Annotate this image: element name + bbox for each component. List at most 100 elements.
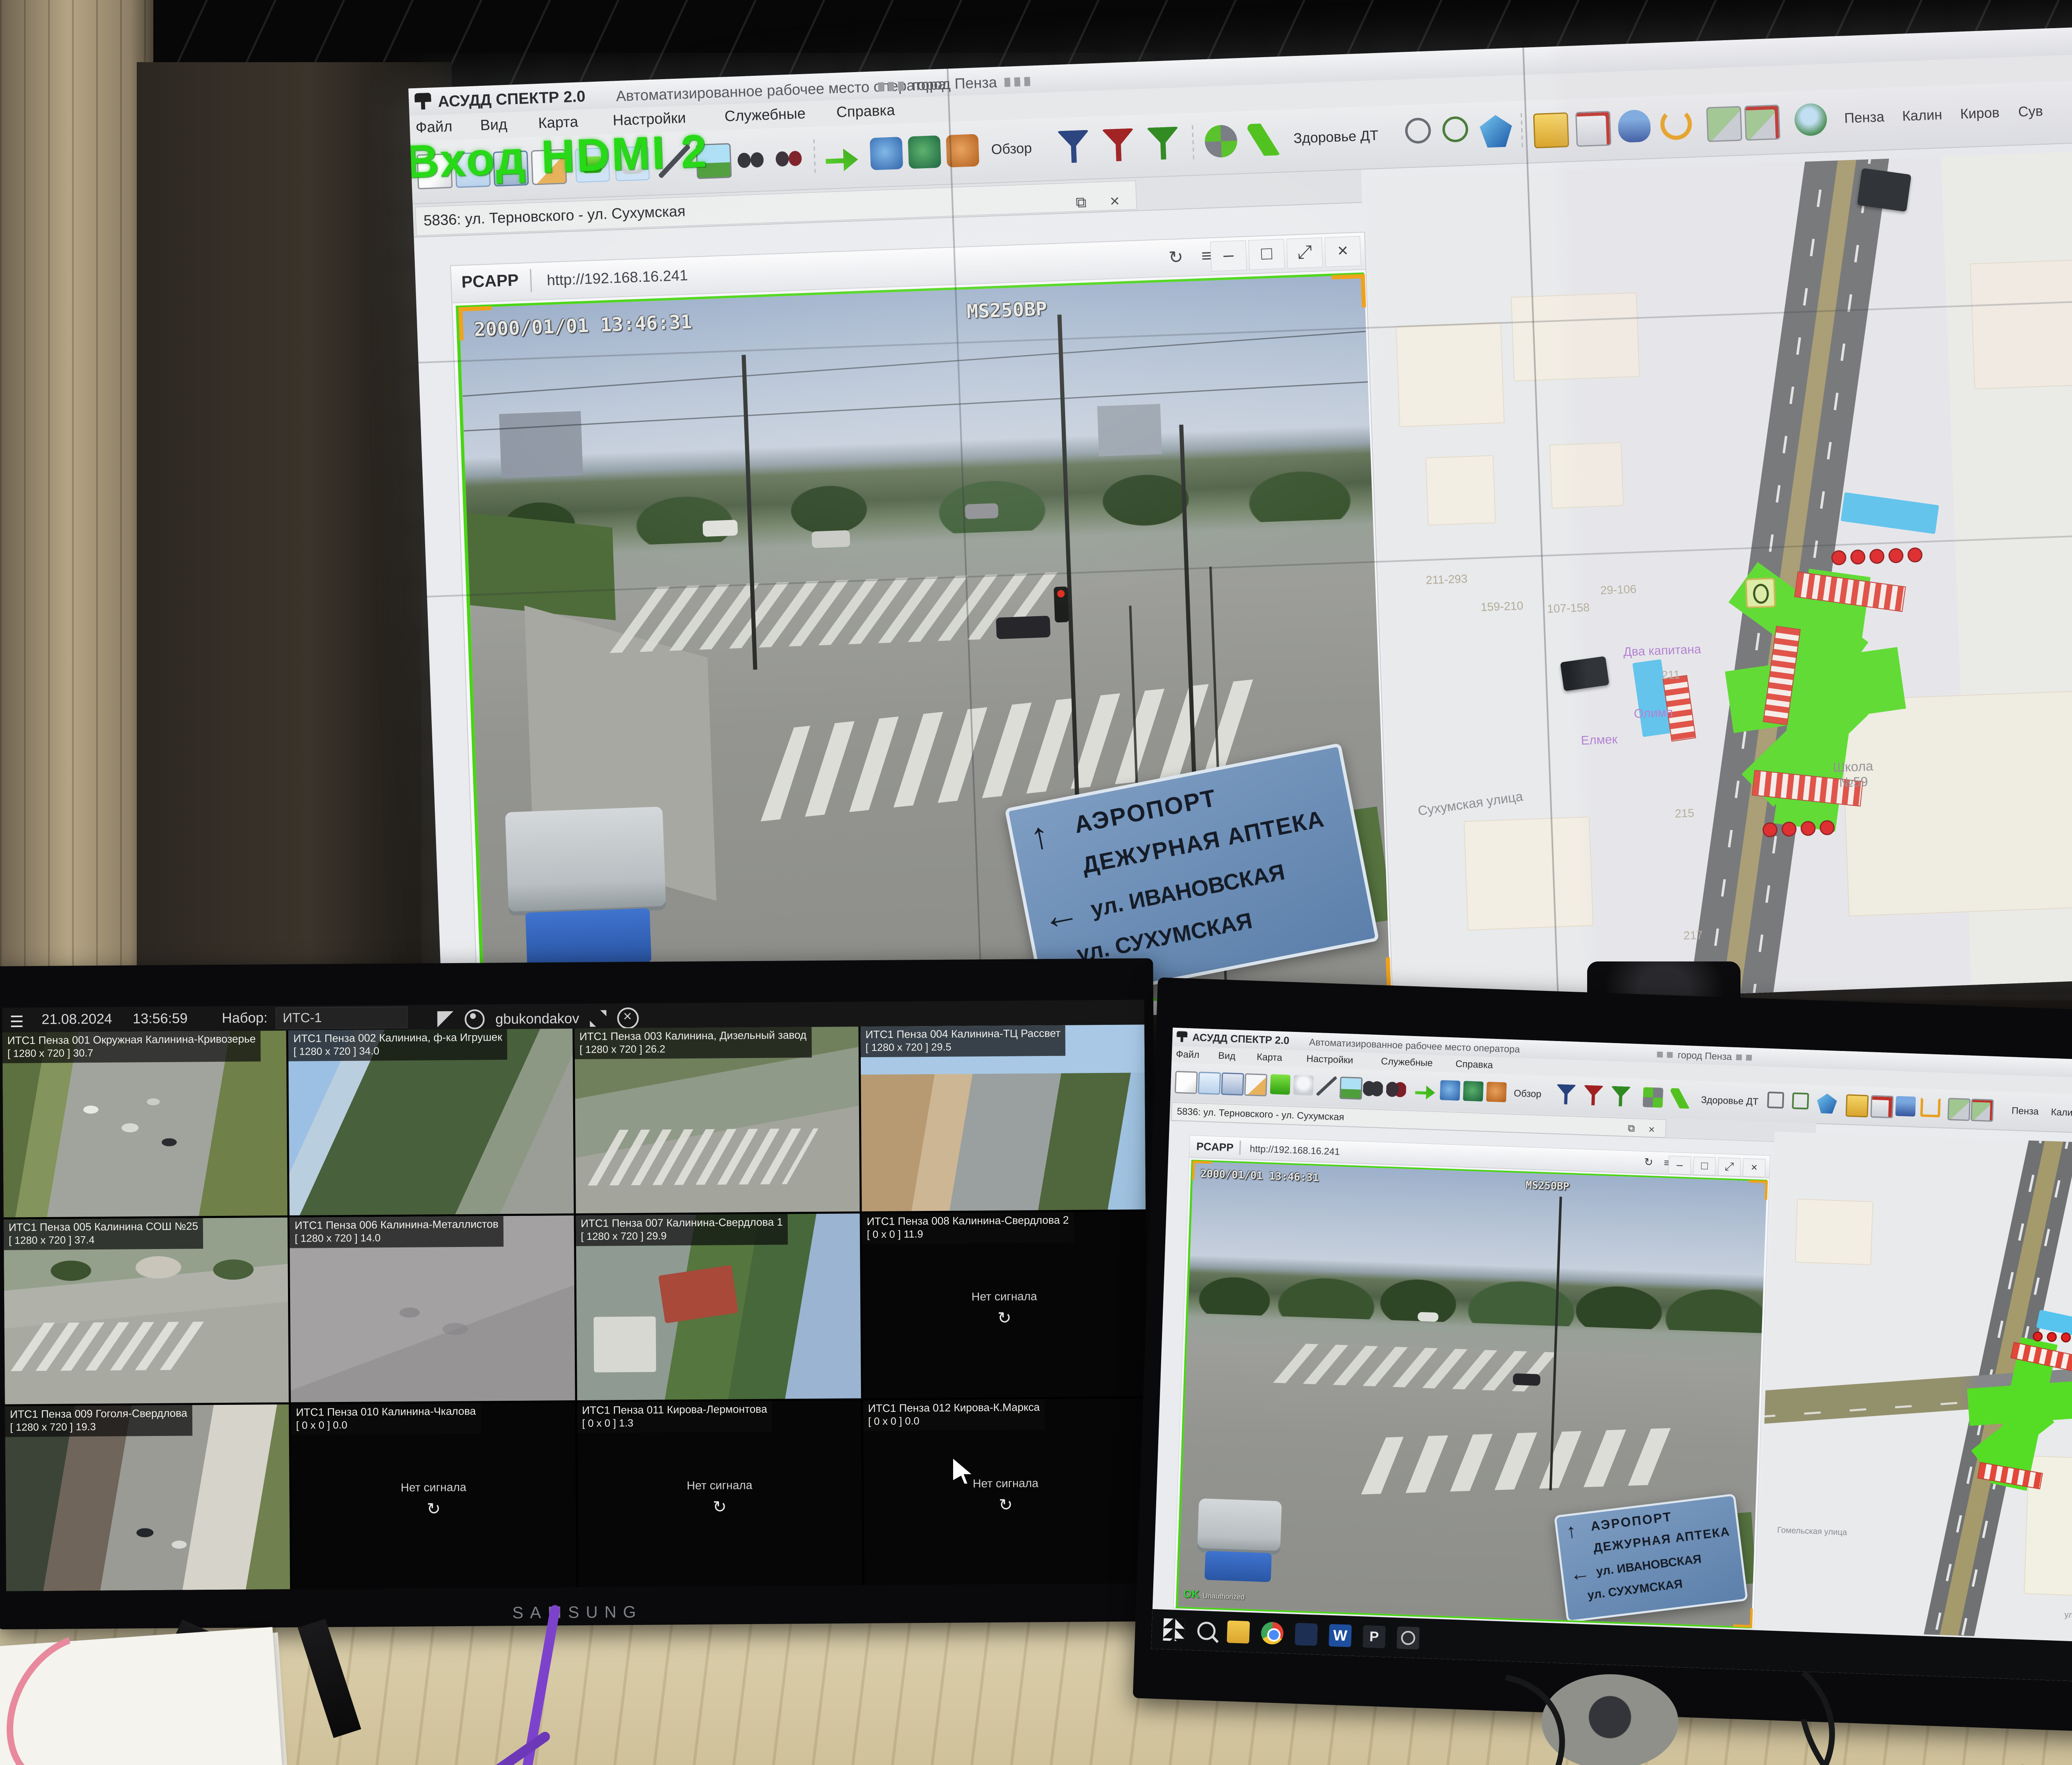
overview-button[interactable]: Обзор <box>991 140 1032 158</box>
tab-close-icon[interactable]: × <box>1109 187 1120 215</box>
binoculars-icon[interactable] <box>734 142 767 175</box>
camera-green-icon[interactable] <box>1463 1081 1484 1102</box>
open-folder-icon[interactable] <box>1198 1072 1221 1095</box>
select-tool-button[interactable] <box>1270 1074 1291 1095</box>
map-alert-icon[interactable] <box>1744 104 1780 140</box>
measure-icon[interactable] <box>1405 117 1431 144</box>
expand-icon[interactable] <box>590 1010 607 1027</box>
camera-tile-nosignal[interactable]: ИТС1 Пенза 008 Калинина-Свердлова 2[ 0 x… <box>862 1211 1147 1398</box>
camera-tile[interactable]: ИТС1 Пенза 005 Калинина СОШ №25[ 1280 x … <box>4 1218 289 1404</box>
image-layer-icon[interactable] <box>1339 1077 1363 1100</box>
menu-map[interactable]: Карта <box>1256 1051 1282 1063</box>
file-explorer-icon[interactable] <box>1227 1620 1250 1644</box>
pcapp-taskbar-icon[interactable]: P <box>1363 1625 1386 1649</box>
map-export-icon[interactable] <box>1706 106 1742 142</box>
camera-blue-icon[interactable] <box>1440 1080 1460 1101</box>
pcapp-close-button[interactable]: × <box>1743 1158 1766 1177</box>
menu-view[interactable]: Вид <box>1218 1050 1236 1062</box>
filter-off-icon[interactable] <box>1583 1085 1604 1106</box>
poi-label[interactable]: Елмек <box>1581 733 1617 748</box>
map-export-icon[interactable] <box>1947 1098 1970 1121</box>
set-select[interactable]: ИТС-1 <box>276 1007 407 1029</box>
city-button-kirov[interactable]: Киров <box>1960 105 2000 122</box>
save-icon[interactable] <box>1221 1073 1244 1096</box>
camera-tile[interactable]: ИТС1 Пенза 003 Калинина, Дизельный завод… <box>574 1027 859 1213</box>
layout-icon[interactable] <box>437 1011 454 1028</box>
folder-globe-icon[interactable] <box>1846 1094 1869 1117</box>
folder-alert-icon[interactable] <box>1575 111 1611 147</box>
tab-dock-icon[interactable]: ⧉ <box>1075 189 1087 216</box>
folder-alert-icon[interactable] <box>1870 1095 1893 1119</box>
pcapp-minimize-button[interactable]: – <box>1668 1156 1691 1175</box>
camera-tile-nosignal[interactable]: ИТС1 Пенза 012 Кирова-К.Маркса[ 0 x 0 ] … <box>863 1398 1148 1585</box>
hamburger-icon[interactable]: ☰ <box>10 1012 24 1031</box>
menu-file[interactable]: Файл <box>1176 1048 1199 1060</box>
pcapp-maximize-button[interactable]: □ <box>1693 1157 1716 1176</box>
draw-tool-icon[interactable] <box>1317 1076 1337 1097</box>
search-icon[interactable] <box>1197 1622 1216 1641</box>
menu-help[interactable]: Справка <box>1455 1058 1493 1071</box>
city-button-kalin[interactable]: Калин <box>2051 1106 2072 1119</box>
pcapp-restore-button[interactable]: ⤢ <box>1286 237 1323 269</box>
camera-orange-icon[interactable] <box>1486 1082 1507 1102</box>
tab-close-icon[interactable]: × <box>1648 1121 1655 1138</box>
camera-tile[interactable]: ИТС1 Пенза 004 Калинина-ТЦ Рассвет[ 1280… <box>860 1024 1145 1211</box>
green-arrow-icon[interactable] <box>825 138 859 172</box>
menu-settings[interactable]: Настройки <box>1306 1053 1353 1066</box>
camera-blue-icon[interactable] <box>870 137 903 170</box>
folder-globe-icon[interactable] <box>1533 112 1569 148</box>
map-alert-icon[interactable] <box>1970 1099 1994 1122</box>
city-button-suv[interactable]: Сув <box>2018 103 2043 120</box>
camera-tile-nosignal[interactable]: ИТС1 Пенза 010 Калинина-Чкалова[ 0 x 0 ]… <box>291 1402 576 1589</box>
camera-tile-nosignal[interactable]: ИТС1 Пенза 011 Кирова-Лермонтова[ 0 x 0 … <box>577 1400 862 1587</box>
filter-apply-icon[interactable] <box>1610 1086 1631 1107</box>
camera-tile[interactable]: ИТС1 Пенза 001 Окружная Калинина-Кривозе… <box>2 1031 288 1218</box>
pcapp-minimize-button[interactable]: – <box>1210 240 1247 271</box>
binoculars-alert-icon[interactable] <box>1386 1078 1406 1099</box>
pcapp-close-button[interactable]: × <box>1324 236 1361 267</box>
city-button-penza[interactable]: Пенза <box>2011 1105 2039 1117</box>
city-button-kalin[interactable]: Калин <box>1902 107 1943 125</box>
start-button[interactable] <box>1163 1618 1186 1642</box>
menu-service[interactable]: Служебные <box>724 104 806 125</box>
reload-icon[interactable]: ↻ <box>1644 1156 1653 1169</box>
filter-off-icon[interactable] <box>1101 128 1135 162</box>
edit-icon[interactable] <box>1244 1073 1267 1097</box>
measure-icon[interactable] <box>1767 1092 1784 1109</box>
chrome-icon[interactable] <box>1261 1622 1284 1645</box>
gem-add-icon[interactable] <box>1479 114 1513 148</box>
overview-button[interactable]: Обзор <box>1514 1087 1542 1099</box>
database-icon[interactable] <box>1617 109 1651 143</box>
map-pane[interactable]: 211-293 159-210 107-158 29-106 Два капит… <box>1365 145 2072 1006</box>
menu-help[interactable]: Справка <box>836 102 895 121</box>
menu-service[interactable]: Служебные <box>1381 1056 1433 1068</box>
camera-tile[interactable]: ИТС1 Пенза 002 Калинина, ф-ка Игрушек[ 1… <box>288 1029 574 1215</box>
tab-dock-icon[interactable]: ⧉ <box>1627 1120 1635 1137</box>
pcapp-maximize-button[interactable]: □ <box>1248 239 1285 270</box>
junction-icon[interactable] <box>1643 1087 1663 1108</box>
undo-icon[interactable] <box>1660 108 1692 140</box>
road-segment-icon[interactable] <box>1670 1088 1691 1109</box>
binoculars-alert-icon[interactable] <box>772 140 806 174</box>
poi-label[interactable]: Два капитана <box>1623 642 1702 659</box>
word-icon[interactable]: W <box>1329 1624 1352 1647</box>
pcapp-url[interactable]: http://192.168.16.241 <box>1249 1143 1340 1157</box>
pcapp-url[interactable]: http://192.168.16.241 <box>547 266 688 289</box>
road-segment-icon[interactable] <box>1247 123 1281 157</box>
binoculars-icon[interactable] <box>1363 1077 1383 1098</box>
filter-apply-icon[interactable] <box>1146 127 1180 160</box>
pcapp-restore-button[interactable]: ⤢ <box>1718 1157 1741 1177</box>
reload-icon[interactable]: ↻ <box>1168 247 1184 267</box>
camera-tile[interactable]: ИТС1 Пенза 007 Калинина-Свердлова 1[ 128… <box>576 1213 861 1400</box>
zoom-add-icon[interactable] <box>1792 1092 1809 1109</box>
pan-hand-button[interactable] <box>1293 1075 1314 1096</box>
zoom-cancel-icon[interactable] <box>617 1007 639 1029</box>
filter-icon[interactable] <box>1556 1084 1576 1105</box>
green-arrow-icon[interactable] <box>1415 1079 1435 1100</box>
filter-icon[interactable] <box>1057 130 1090 163</box>
map-pane[interactable]: Гомельская улица Школа №59 ул. Терновско… <box>1757 1131 2072 1646</box>
dt-health-button[interactable]: Здоровье ДТ <box>1701 1094 1759 1107</box>
steering-app-icon[interactable] <box>1397 1626 1420 1649</box>
camera-green-icon[interactable] <box>908 136 942 169</box>
gem-add-icon[interactable] <box>1817 1093 1837 1114</box>
